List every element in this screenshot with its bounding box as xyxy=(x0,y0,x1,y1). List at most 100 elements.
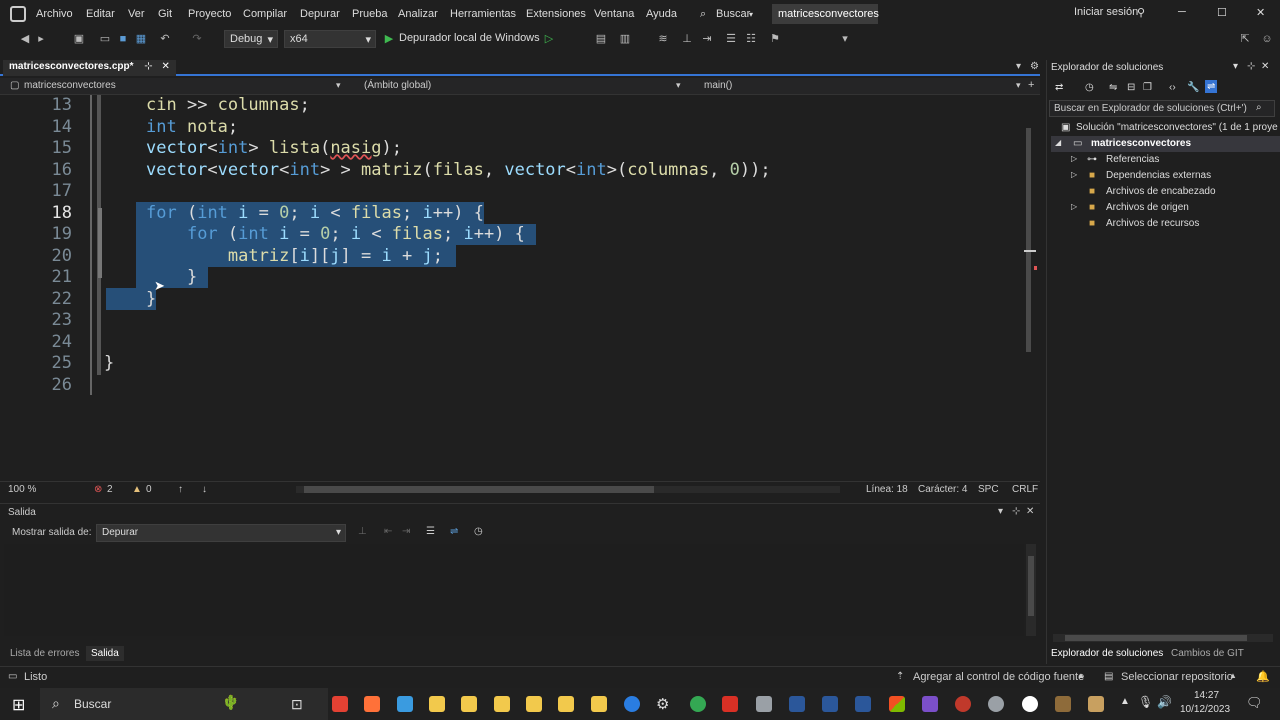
output-source-select[interactable]: Depurar ▾ xyxy=(96,524,346,542)
config-select[interactable]: Debug ▾ xyxy=(224,30,278,48)
tab-list-icon[interactable]: ▾ xyxy=(1016,61,1021,72)
scroll-thumb[interactable] xyxy=(1026,128,1031,352)
chevron-right-icon[interactable]: ▷ xyxy=(1071,170,1077,179)
close-panel-icon[interactable]: ✕ xyxy=(1261,61,1269,72)
word-icon[interactable] xyxy=(855,696,871,712)
forward-icon[interactable]: ▸ xyxy=(34,32,48,46)
word-wrap-icon[interactable]: ⇌ xyxy=(450,526,458,537)
file-explorer-icon[interactable] xyxy=(429,696,445,712)
app-icon[interactable] xyxy=(756,696,772,712)
editor-vertical-scrollbar[interactable] xyxy=(1024,100,1037,480)
tab-output[interactable]: Salida xyxy=(86,646,124,661)
windows-start-icon[interactable]: ⊞ xyxy=(12,695,25,715)
menu-analizar[interactable]: Analizar xyxy=(398,8,438,20)
menu-editar[interactable]: Editar xyxy=(86,8,115,20)
menu-depurar[interactable]: Depurar xyxy=(300,8,340,20)
menu-ayuda[interactable]: Ayuda xyxy=(646,8,677,20)
account-icon[interactable]: ⚲ xyxy=(1137,6,1145,19)
output-text-area[interactable] xyxy=(4,544,1024,636)
horizontal-scrollbar[interactable] xyxy=(296,486,840,493)
menu-archivo[interactable]: Archivo xyxy=(36,8,73,20)
start-without-debug-icon[interactable]: ▷ xyxy=(542,32,556,46)
h-scroll-thumb[interactable] xyxy=(304,486,654,493)
warning-count[interactable]: 0 xyxy=(146,484,152,495)
app-icon[interactable] xyxy=(1055,696,1071,712)
notifications-icon[interactable]: 🔔 xyxy=(1256,670,1270,683)
tree-item-dependencias[interactable]: Dependencias externas xyxy=(1106,170,1211,181)
firefox-icon[interactable] xyxy=(364,696,380,712)
solution-name-box[interactable]: matricesconvectores xyxy=(772,4,879,24)
nav-function-select[interactable]: main() xyxy=(704,80,732,91)
panel-menu-icon[interactable]: ▾ xyxy=(998,506,1003,517)
prev-message-icon[interactable]: ⇤ xyxy=(384,526,392,537)
signin-link[interactable]: Iniciar sesión xyxy=(1074,6,1138,18)
chrome-icon[interactable] xyxy=(332,696,348,712)
nav-project-select[interactable]: matricesconvectores xyxy=(24,80,116,91)
zoom-select[interactable]: 100 % xyxy=(8,484,36,495)
app-icon[interactable] xyxy=(955,696,971,712)
arrow-down-icon[interactable]: ↓ xyxy=(202,484,207,495)
project-node[interactable]: matricesconvectores xyxy=(1091,138,1191,149)
search-icon[interactable]: ⌕ xyxy=(700,8,706,21)
undo-icon[interactable]: ↶ xyxy=(158,32,172,46)
tree-item-recursos[interactable]: Archivos de recursos xyxy=(1106,218,1199,229)
chevron-right-icon[interactable]: ▷ xyxy=(1071,154,1077,163)
open-icon[interactable]: ▭ xyxy=(98,32,112,46)
collapse-icon[interactable]: ⊟ xyxy=(1127,82,1135,93)
minimize-icon[interactable]: ─ xyxy=(1178,6,1186,18)
comment-icon[interactable]: ☰ xyxy=(724,32,738,46)
code-editor[interactable]: 13 cin >> columnas; 14 int nota; 15 vector<… xyxy=(0,95,1022,480)
notification-center-icon[interactable]: 🗨 xyxy=(1246,695,1263,711)
task-view-icon[interactable]: ⊡ xyxy=(291,696,303,713)
layout-icon[interactable]: ▥ xyxy=(618,32,632,46)
visual-studio-icon[interactable] xyxy=(922,696,938,712)
error-count[interactable]: 2 xyxy=(107,484,113,495)
tree-item-referencias[interactable]: Referencias xyxy=(1106,154,1159,165)
menu-git[interactable]: Git xyxy=(158,8,172,20)
properties-icon[interactable]: 🔧 xyxy=(1187,82,1199,93)
pending-changes-icon[interactable]: ⇋ xyxy=(1109,82,1117,93)
app-icon[interactable] xyxy=(1088,696,1104,712)
next-message-icon[interactable]: ⇥ xyxy=(402,526,410,537)
nav-scope-select[interactable]: (Ámbito global) xyxy=(364,80,431,91)
show-all-icon[interactable]: ❐ xyxy=(1143,82,1152,93)
tab-matricesconvectores[interactable]: matricesconvectores.cpp* ⊹ ✕ xyxy=(3,60,176,76)
split-icon[interactable]: + xyxy=(1028,79,1034,91)
maximize-icon[interactable]: ☐ xyxy=(1217,6,1227,19)
folder-icon[interactable] xyxy=(558,696,574,712)
uncomment-icon[interactable]: ☷ xyxy=(744,32,758,46)
clock-time[interactable]: 14:27 xyxy=(1194,690,1219,701)
indent-icon[interactable]: ⇥ xyxy=(700,32,714,46)
search-menu[interactable]: Buscar xyxy=(716,8,750,20)
close-tab-icon[interactable]: ✕ xyxy=(161,61,169,72)
back-icon[interactable]: ◀ xyxy=(18,32,32,46)
goto-icon[interactable]: ⊥ xyxy=(358,526,367,537)
chrome-icon[interactable] xyxy=(690,696,706,712)
tab-solution-explorer[interactable]: Explorador de soluciones xyxy=(1051,648,1163,659)
format-icon[interactable]: ≋ xyxy=(656,32,670,46)
volume-icon[interactable]: 🔊 xyxy=(1157,695,1172,709)
menu-ventana[interactable]: Ventana xyxy=(594,8,634,20)
se-horizontal-scrollbar[interactable] xyxy=(1053,634,1273,642)
folder-icon[interactable] xyxy=(461,696,477,712)
tree-item-origen[interactable]: Archivos de origen xyxy=(1106,202,1189,213)
close-panel-icon[interactable]: ✕ xyxy=(1026,506,1034,517)
tray-chevron-icon[interactable]: ▲ xyxy=(1120,696,1130,707)
output-scrollbar[interactable] xyxy=(1026,544,1036,636)
sync-icon[interactable]: ⇄ xyxy=(1055,82,1063,93)
save-all-icon[interactable]: ▦ xyxy=(134,32,148,46)
pin-icon[interactable]: ⊹ xyxy=(1247,61,1255,72)
settings-icon[interactable]: ⚙ xyxy=(656,695,669,713)
preview-icon[interactable]: ⇌ xyxy=(1205,80,1218,93)
clock-icon[interactable]: ◷ xyxy=(474,526,483,537)
clear-all-icon[interactable]: ☰ xyxy=(426,526,435,537)
settings-icon[interactable]: ⚙ xyxy=(1030,61,1039,72)
start-debugger-button[interactable]: Depurador local de Windows xyxy=(399,32,540,44)
add-source-control-button[interactable]: Agregar al control de código fuente xyxy=(913,671,1084,683)
step-icon[interactable]: ⊥ xyxy=(680,32,694,46)
char-indicator[interactable]: Carácter: 4 xyxy=(918,484,967,495)
whitespace-indicator[interactable]: SPC xyxy=(978,484,999,495)
clock-date[interactable]: 10/12/2023 xyxy=(1180,704,1230,715)
bookmark-icon[interactable]: ⚑ xyxy=(768,32,782,46)
menu-proyecto[interactable]: Proyecto xyxy=(188,8,231,20)
